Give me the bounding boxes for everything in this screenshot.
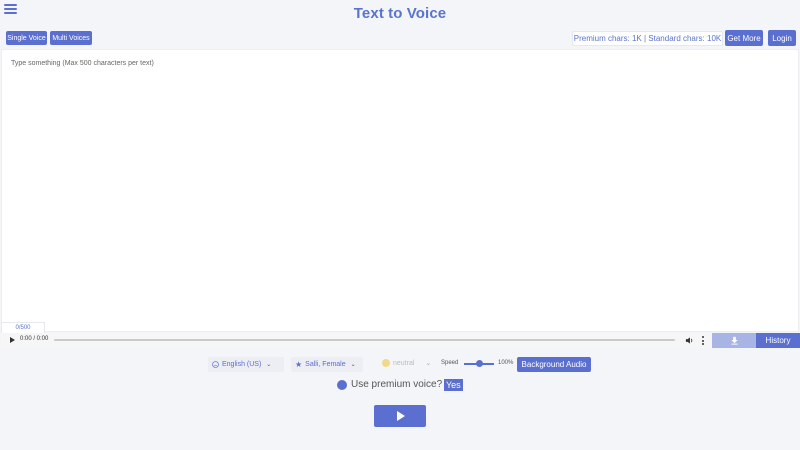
download-button[interactable] xyxy=(712,333,756,348)
voice-value: Salli, Female xyxy=(305,361,346,368)
speed-value: 100% xyxy=(498,360,514,366)
voice-select[interactable]: ★ Salli, Female ⌄ xyxy=(291,357,363,372)
play-icon xyxy=(397,411,405,421)
style-value: neutral xyxy=(393,359,415,367)
chevron-down-icon: ⌄ xyxy=(350,362,356,368)
single-voice-button[interactable]: Single Voice xyxy=(6,31,47,45)
history-button[interactable]: History xyxy=(756,333,800,348)
premium-question: Use premium voice? xyxy=(351,379,443,390)
chevron-down-icon: ⌄ xyxy=(425,360,432,367)
text-editor xyxy=(1,49,799,332)
chevron-down-icon: ⌄ xyxy=(266,362,272,368)
background-audio-button[interactable]: Background Audio xyxy=(517,357,591,372)
audio-player: 0:00 / 0:00 xyxy=(1,333,711,348)
star-icon: ★ xyxy=(295,360,303,369)
style-select[interactable]: neutral ⌄ xyxy=(382,359,431,367)
speed-slider-handle[interactable] xyxy=(475,360,483,367)
top-bar: Text to Voice xyxy=(0,0,800,27)
language-select[interactable]: English (US) ⌄ xyxy=(208,357,284,372)
play-icon[interactable] xyxy=(10,337,15,343)
premium-radio[interactable] xyxy=(337,380,347,390)
login-button[interactable]: Login xyxy=(768,30,796,46)
page-title: Text to Voice xyxy=(353,5,447,22)
premium-answer[interactable]: Yes xyxy=(444,379,463,391)
get-more-button[interactable]: Get More xyxy=(725,30,763,46)
char-counter: 0/500 xyxy=(1,322,45,333)
speed-label: Speed xyxy=(441,360,459,366)
more-options-icon[interactable] xyxy=(701,336,704,345)
mode-row: Single Voice Multi Voices Premium chars:… xyxy=(0,27,800,49)
audio-time: 0:00 / 0:00 xyxy=(20,336,49,342)
chars-balance: Premium chars: 1K | Standard chars: 10K xyxy=(572,31,723,46)
multi-voices-button[interactable]: Multi Voices xyxy=(50,31,92,45)
volume-icon[interactable] xyxy=(685,336,694,345)
text-input[interactable] xyxy=(2,50,798,331)
voice-controls: English (US) ⌄ ★ Salli, Female ⌄ neutral… xyxy=(0,357,800,372)
play-button[interactable] xyxy=(374,405,426,427)
emoji-icon xyxy=(382,359,390,367)
premium-voice-row: Use premium voice? Yes xyxy=(0,378,800,392)
language-value: English (US) xyxy=(222,361,262,368)
audio-progress-track[interactable] xyxy=(54,339,675,341)
player-row: 0:00 / 0:00 History xyxy=(0,333,800,348)
download-icon xyxy=(730,336,738,345)
smile-icon xyxy=(212,361,219,368)
